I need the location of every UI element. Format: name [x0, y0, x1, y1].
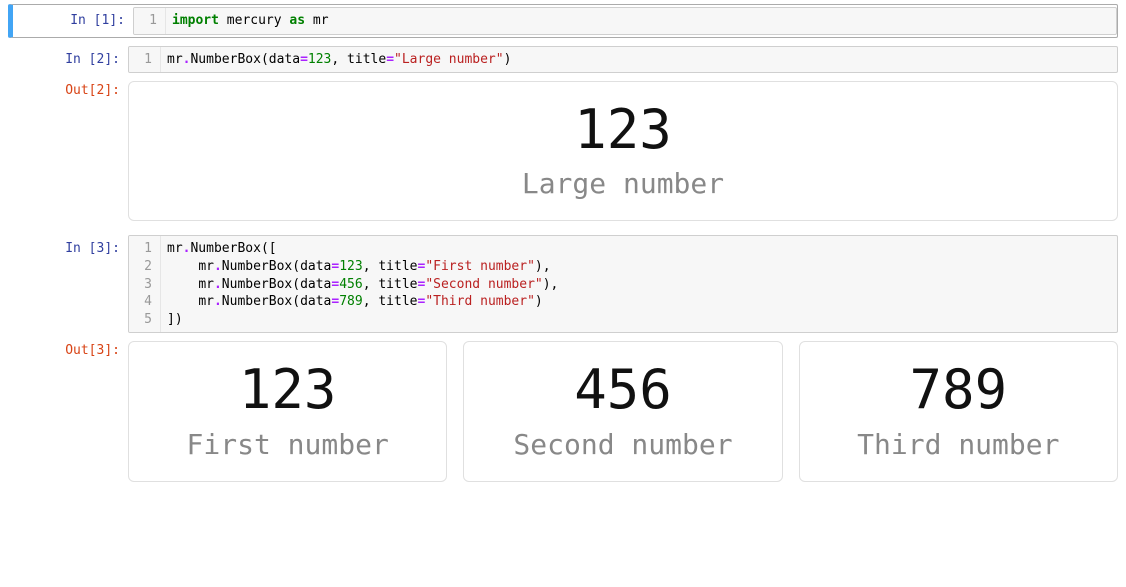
output-cell-3: Out[3]: 123 First number 456 Second numb…	[8, 335, 1118, 483]
code-text[interactable]: import mercury as mr	[166, 8, 1116, 34]
out-prompt: Out[2]:	[8, 77, 128, 99]
number-box-value: 123	[139, 100, 1107, 159]
code-text[interactable]: mr.NumberBox(data=123, title="Large numb…	[161, 47, 1117, 73]
line-gutter: 1	[129, 47, 161, 73]
number-box-value: 456	[474, 360, 771, 419]
number-box-title: Large number	[139, 167, 1107, 200]
number-box: 123 First number	[128, 341, 447, 481]
code-input[interactable]: 1 2 3 4 5 mr.NumberBox([ mr.NumberBox(da…	[128, 235, 1118, 333]
number-box-title: First number	[139, 428, 436, 461]
output-area: 123 Large number	[128, 77, 1118, 221]
code-input[interactable]: 1 mr.NumberBox(data=123, title="Large nu…	[128, 46, 1118, 74]
number-box: 789 Third number	[799, 341, 1118, 481]
code-cell-2[interactable]: In [2]: 1 mr.NumberBox(data=123, title="…	[8, 44, 1118, 76]
number-box-title: Second number	[474, 428, 771, 461]
number-box: 123 Large number	[128, 81, 1118, 221]
code-text[interactable]: mr.NumberBox([ mr.NumberBox(data=123, ti…	[161, 236, 1117, 332]
code-cell-3[interactable]: In [3]: 1 2 3 4 5 mr.NumberBox([ mr.Numb…	[8, 233, 1118, 335]
code-cell-1[interactable]: In [1]: 1 import mercury as mr	[8, 4, 1118, 38]
number-box-value: 123	[139, 360, 436, 419]
output-area: 123 First number 456 Second number 789 T…	[128, 337, 1118, 481]
code-input[interactable]: 1 import mercury as mr	[133, 7, 1117, 35]
in-prompt: In [3]:	[8, 235, 128, 257]
in-prompt: In [1]:	[13, 7, 133, 29]
output-cell-2: Out[2]: 123 Large number	[8, 75, 1118, 223]
number-box: 456 Second number	[463, 341, 782, 481]
number-box-row: 123 First number 456 Second number 789 T…	[128, 341, 1118, 481]
line-gutter: 1 2 3 4 5	[129, 236, 161, 332]
out-prompt: Out[3]:	[8, 337, 128, 359]
number-box-title: Third number	[810, 428, 1107, 461]
in-prompt: In [2]:	[8, 46, 128, 68]
number-box-value: 789	[810, 360, 1107, 419]
line-gutter: 1	[134, 8, 166, 34]
